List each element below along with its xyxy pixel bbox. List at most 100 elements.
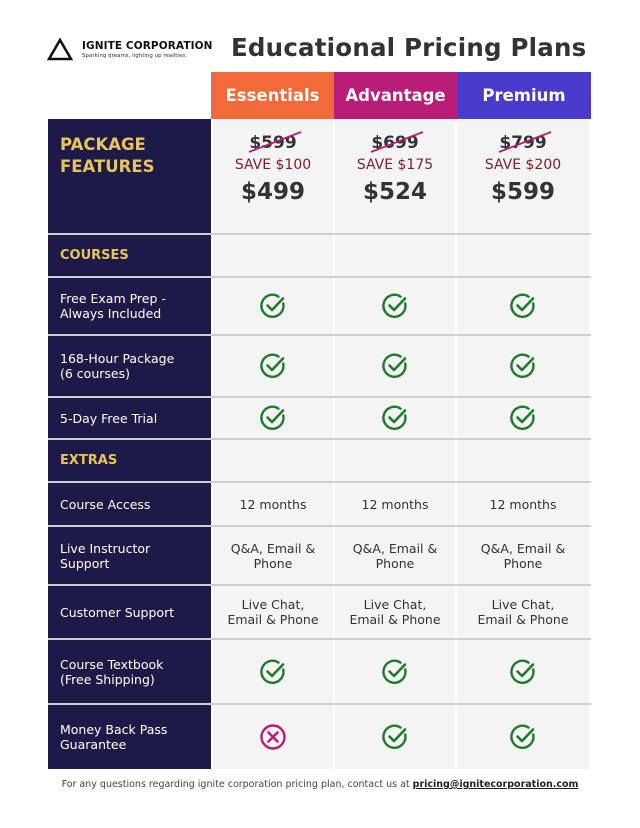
value-cell-advantage: [333, 705, 455, 769]
table-row: Course Textbook (Free Shipping): [48, 640, 591, 705]
check-circle-icon: [259, 658, 287, 686]
table-row: Customer Support Live Chat, Email & Phone…: [48, 586, 591, 640]
footer: For any questions regarding ignite corpo…: [0, 779, 640, 790]
contact-email-link[interactable]: pricing@ignitecorporation.com: [413, 779, 579, 790]
original-price: $699: [371, 131, 424, 154]
value-cell-premium: Live Chat, Email & Phone: [455, 586, 589, 638]
value-cell-premium: [455, 398, 589, 438]
check-circle-icon: [381, 723, 409, 751]
section-empty-cell: [211, 235, 333, 276]
section-row: EXTRAS: [48, 440, 591, 483]
discounted-price: $524: [362, 179, 427, 205]
strikethrough-icon: [499, 131, 552, 153]
check-circle-icon: [381, 292, 409, 320]
section-row: COURSES: [48, 235, 591, 278]
brand-tagline: Sparking dreams, lighting up realities.: [82, 52, 187, 59]
check-circle-icon: [259, 352, 287, 380]
footer-text: For any questions regarding ignite corpo…: [61, 779, 413, 790]
value-cell-advantage: [333, 640, 455, 703]
value-cell-premium: [455, 278, 589, 334]
pricing-table: PACKAGE FEATURES $599 SAVE $100 $499 $69…: [48, 119, 591, 769]
section-empty-cell: [333, 440, 455, 481]
discounted-price: $599: [490, 179, 555, 205]
check-circle-icon: [509, 292, 537, 320]
original-price: $599: [249, 131, 302, 154]
value-cell-essentials: [211, 705, 333, 769]
check-circle-icon: [381, 352, 409, 380]
price-cell-essentials: $599 SAVE $100 $499: [211, 119, 333, 233]
savings-label: SAVE $200: [484, 157, 562, 173]
plan-header-essentials: Essentials: [211, 72, 334, 119]
value-cell-essentials: [211, 640, 333, 703]
section-empty-cell: [455, 440, 589, 481]
value-text: Q&A, Email & Phone: [352, 540, 438, 571]
savings-label: SAVE $100: [234, 157, 312, 173]
table-row: 5-Day Free Trial: [48, 398, 591, 440]
value-text: Live Chat, Email & Phone: [227, 597, 319, 627]
value-cell-advantage: Q&A, Email & Phone: [333, 527, 455, 584]
feature-label: Live Instructor Support: [48, 527, 211, 584]
feature-label: Customer Support: [48, 586, 211, 638]
value-cell-premium: [455, 705, 589, 769]
feature-label: Free Exam Prep - Always Included: [48, 278, 211, 334]
section-empty-cell: [455, 235, 589, 276]
table-row: Course Access 12 months 12 months 12 months: [48, 483, 591, 527]
value-cell-advantage: [333, 336, 455, 396]
check-circle-icon: [509, 352, 537, 380]
table-row: Money Back Pass Guarantee: [48, 705, 591, 769]
section-label: EXTRAS: [48, 440, 211, 481]
triangle-logo-icon: [47, 38, 73, 61]
feature-label: 168-Hour Package (6 courses): [48, 336, 211, 396]
value-cell-essentials: [211, 398, 333, 438]
value-cell-essentials: 12 months: [211, 483, 333, 525]
section-empty-cell: [333, 235, 455, 276]
price-cell-advantage: $699 SAVE $175 $524: [333, 119, 455, 233]
table-row: Live Instructor Support Q&A, Email & Phon…: [48, 527, 591, 586]
brand-logo: IGNITE CORPORATION Sparking dreams, ligh…: [47, 38, 213, 61]
plan-name: Essentials: [225, 86, 320, 105]
package-features-label: PACKAGE FEATURES: [48, 119, 211, 233]
value-cell-premium: [455, 640, 589, 703]
value-cell-essentials: [211, 336, 333, 396]
value-text: 12 months: [239, 496, 307, 512]
strikethrough-icon: [249, 131, 302, 153]
value-text: Q&A, Email & Phone: [230, 540, 316, 571]
feature-label: Course Textbook (Free Shipping): [48, 640, 211, 703]
value-cell-premium: Q&A, Email & Phone: [455, 527, 589, 584]
check-circle-icon: [381, 404, 409, 432]
page-title: Educational Pricing Plans: [231, 33, 587, 62]
original-price: $799: [499, 131, 552, 154]
discounted-price: $499: [240, 179, 305, 205]
price-row: PACKAGE FEATURES $599 SAVE $100 $499 $69…: [48, 119, 591, 235]
plan-header-premium: Premium: [457, 72, 591, 119]
feature-label: Money Back Pass Guarantee: [48, 705, 211, 769]
check-circle-icon: [509, 723, 537, 751]
plan-name: Advantage: [345, 86, 446, 105]
value-text: 12 months: [361, 496, 429, 512]
feature-label: Course Access: [48, 483, 211, 525]
check-circle-icon: [259, 404, 287, 432]
value-cell-advantage: [333, 398, 455, 438]
check-circle-icon: [509, 658, 537, 686]
value-text: Live Chat, Email & Phone: [349, 597, 441, 627]
value-cell-premium: [455, 336, 589, 396]
section-empty-cell: [211, 440, 333, 481]
check-circle-icon: [259, 292, 287, 320]
value-cell-essentials: Q&A, Email & Phone: [211, 527, 333, 584]
value-cell-premium: 12 months: [455, 483, 589, 525]
x-circle-icon: [259, 723, 287, 751]
price-cell-premium: $799 SAVE $200 $599: [455, 119, 589, 233]
plan-header-advantage: Advantage: [334, 72, 457, 119]
brand-name: IGNITE CORPORATION: [82, 39, 213, 52]
check-circle-icon: [381, 658, 409, 686]
value-cell-advantage: Live Chat, Email & Phone: [333, 586, 455, 638]
value-cell-essentials: Live Chat, Email & Phone: [211, 586, 333, 638]
feature-label: 5-Day Free Trial: [48, 398, 211, 438]
table-row: 168-Hour Package (6 courses): [48, 336, 591, 398]
check-circle-icon: [509, 404, 537, 432]
value-cell-essentials: [211, 278, 333, 334]
savings-label: SAVE $175: [356, 157, 434, 173]
value-text: Live Chat, Email & Phone: [477, 597, 569, 627]
value-text: Q&A, Email & Phone: [480, 540, 566, 571]
section-label: COURSES: [48, 235, 211, 276]
